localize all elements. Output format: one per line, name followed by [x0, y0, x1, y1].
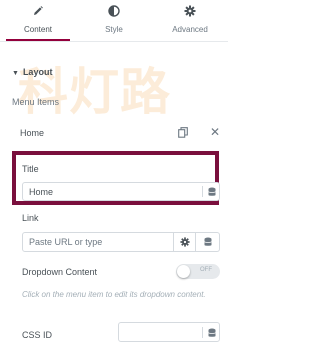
tab-style-label: Style	[105, 25, 123, 34]
caret-down-icon: ▼	[12, 70, 19, 77]
watermark: 科灯路	[18, 63, 171, 121]
toggle-state-label: OFF	[200, 267, 212, 273]
tab-advanced[interactable]: Advanced	[152, 0, 228, 40]
title-input[interactable]: Home	[22, 182, 220, 201]
menu-items-label: Menu Items	[12, 97, 60, 107]
gear-icon	[179, 237, 190, 247]
dynamic-tags-icon[interactable]	[202, 186, 216, 197]
section-layout-toggle[interactable]: ▼ Layout	[12, 67, 52, 77]
link-url-input[interactable]: Paste URL or type	[22, 232, 174, 252]
link-placeholder: Paste URL or type	[29, 237, 103, 247]
tab-style[interactable]: Style	[76, 0, 152, 40]
repeater-item-title: Home	[20, 128, 45, 138]
title-label: Title	[22, 164, 39, 174]
dropdown-description: Click on the menu item to edit its dropd…	[22, 290, 206, 299]
dynamic-tags-icon[interactable]	[202, 327, 216, 338]
tab-content-label: Content	[23, 25, 53, 34]
dynamic-tags-icon	[203, 237, 212, 247]
tab-content[interactable]: Content	[0, 0, 76, 41]
pencil-icon	[0, 5, 76, 19]
dropdown-content-toggle[interactable]: OFF	[176, 264, 220, 279]
link-options-button[interactable]	[174, 232, 196, 252]
title-input-value: Home	[29, 187, 54, 197]
toggle-knob	[177, 265, 190, 278]
link-dynamic-tags-button[interactable]	[196, 232, 220, 252]
half-circle-icon	[76, 5, 152, 19]
repeater-item-home[interactable]: Home ✕	[12, 125, 226, 142]
tab-advanced-label: Advanced	[172, 25, 208, 34]
dropdown-content-label: Dropdown Content	[22, 267, 98, 277]
gear-icon	[152, 5, 228, 19]
css-id-input[interactable]	[118, 322, 220, 342]
duplicate-icon[interactable]	[178, 127, 188, 138]
section-title: Layout	[22, 67, 53, 77]
panel-tabs: Content Style Advanced	[0, 0, 228, 42]
remove-icon[interactable]: ✕	[210, 125, 220, 139]
link-label: Link	[22, 213, 39, 223]
